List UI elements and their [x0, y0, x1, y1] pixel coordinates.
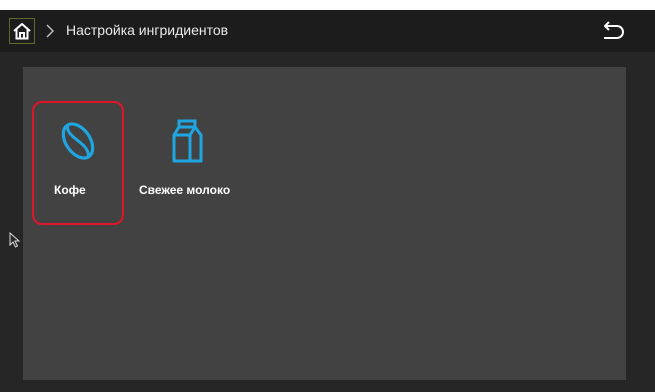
- coffee-bean-icon: [61, 122, 95, 160]
- page-title: Настройка ингридиентов: [66, 22, 229, 38]
- top-bar: Настройка ингридиентов: [0, 10, 655, 52]
- ingredient-tile-coffee[interactable]: Кофе: [32, 101, 124, 225]
- home-icon: [13, 23, 31, 40]
- ingredient-tile-fresh-milk[interactable]: Свежее молоко: [139, 101, 234, 225]
- back-button[interactable]: [598, 19, 626, 45]
- ingredients-panel: Кофе Свежее молоко: [23, 67, 626, 380]
- mouse-cursor-icon: [9, 232, 21, 248]
- home-button[interactable]: [9, 18, 35, 44]
- chevron-right-icon: [46, 24, 55, 38]
- ingredient-label: Кофе: [54, 183, 86, 197]
- milk-carton-icon: [172, 119, 203, 163]
- ingredient-label: Свежее молоко: [139, 183, 231, 197]
- back-arrow-icon: [604, 21, 624, 39]
- app-screen: Настройка ингридиентов Кофе Свежее молок…: [0, 10, 655, 392]
